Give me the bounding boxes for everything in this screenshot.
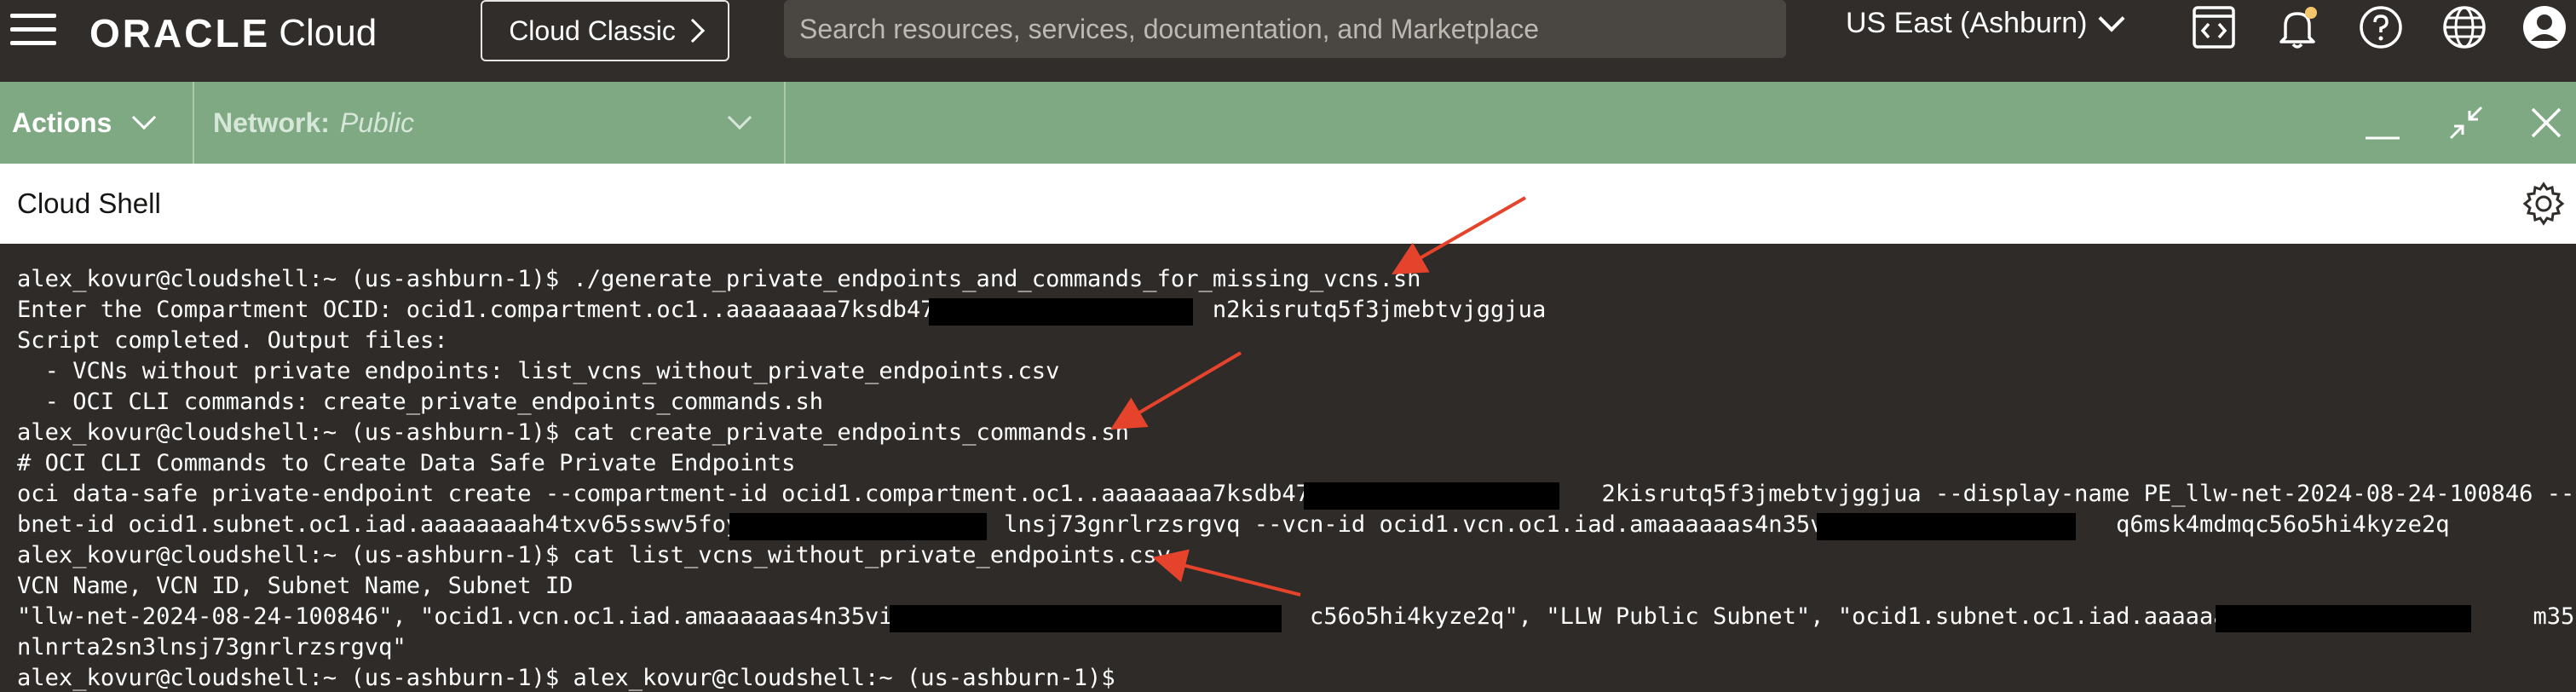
terminal-line: alex_kovur@cloudshell:~ (us-ashburn-1)$ … [17, 542, 1171, 568]
region-label: US East (Ashburn) [1846, 7, 2088, 39]
user-avatar-icon[interactable] [2521, 3, 2568, 51]
divider [193, 82, 194, 164]
code-editor-icon[interactable] [2190, 3, 2238, 51]
terminal-line: "llw-net-2024-08-24-100846", "ocid1.vcn.… [17, 603, 2576, 630]
network-selector[interactable]: Network: Public [213, 82, 414, 164]
cloud-classic-label: Cloud Classic [509, 14, 676, 46]
cloud-shell-title: Cloud Shell [17, 187, 161, 219]
logo-brand: ORACLE [89, 11, 271, 55]
chevron-down-icon [132, 105, 157, 130]
gear-icon[interactable] [2521, 181, 2567, 227]
oracle-cloud-logo[interactable]: ORACLE Cloud [89, 9, 377, 60]
redaction-box [890, 605, 1282, 632]
terminal-line: alex_kovur@cloudshell:~ (us-ashburn-1)$ … [17, 665, 1115, 691]
actions-label: Actions [12, 107, 112, 138]
redaction-box [1817, 513, 2076, 540]
search-input[interactable]: Search resources, services, documentatio… [784, 0, 1786, 58]
terminal-line: - VCNs without private endpoints: list_v… [17, 358, 1060, 384]
terminal-line: - OCI CLI commands: create_private_endpo… [17, 389, 824, 415]
help-icon[interactable] [2357, 3, 2405, 51]
redaction-box [929, 298, 1193, 326]
hamburger-menu-icon[interactable] [9, 10, 58, 49]
terminal-line: Script completed. Output files: [17, 327, 448, 354]
actions-menu[interactable]: Actions [12, 82, 157, 164]
top-header: ORACLE Cloud Cloud Classic Search resourc… [0, 0, 2576, 82]
terminal-line: Enter the Compartment OCID: ocid1.compar… [17, 297, 1547, 323]
globe-icon[interactable] [2441, 3, 2488, 51]
bell-icon[interactable] [2273, 3, 2321, 51]
terminal-line: oci data-safe private-endpoint create --… [17, 481, 2576, 507]
minimize-icon[interactable] [2359, 99, 2406, 147]
redaction-box [1304, 482, 1559, 510]
terminal-line: alex_kovur@cloudshell:~ (us-ashburn-1)$ … [17, 266, 1421, 292]
close-icon[interactable] [2522, 99, 2570, 147]
terminal-line: # OCI CLI Commands to Create Data Safe P… [17, 450, 796, 476]
terminal-output[interactable]: alex_kovur@cloudshell:~ (us-ashburn-1)$ … [0, 244, 2576, 692]
redaction-box [729, 513, 987, 540]
network-label: Network: [213, 107, 330, 138]
chevron-down-icon [2098, 4, 2126, 32]
terminal-line: nlnrta2sn3lnsj73gnrlrzsrgvq" [17, 634, 406, 660]
cloud-shell-title-bar: Cloud Shell [0, 164, 2576, 244]
restore-icon[interactable] [2442, 99, 2490, 147]
terminal-line: alex_kovur@cloudshell:~ (us-ashburn-1)$ … [17, 419, 1129, 446]
terminal-line: VCN Name, VCN ID, Subnet Name, Subnet ID [17, 573, 573, 599]
redaction-box [2216, 605, 2471, 632]
network-value: Public [339, 107, 415, 138]
logo-product: Cloud [279, 12, 377, 54]
chevron-right-icon [680, 18, 705, 43]
terminal-line: bnet-id ocid1.subnet.oc1.iad.aaaaaaaah4t… [17, 511, 2450, 538]
cloud-classic-button[interactable]: Cloud Classic [481, 0, 729, 61]
region-selector[interactable]: US East (Ashburn) [1846, 4, 2126, 40]
divider [784, 82, 786, 164]
